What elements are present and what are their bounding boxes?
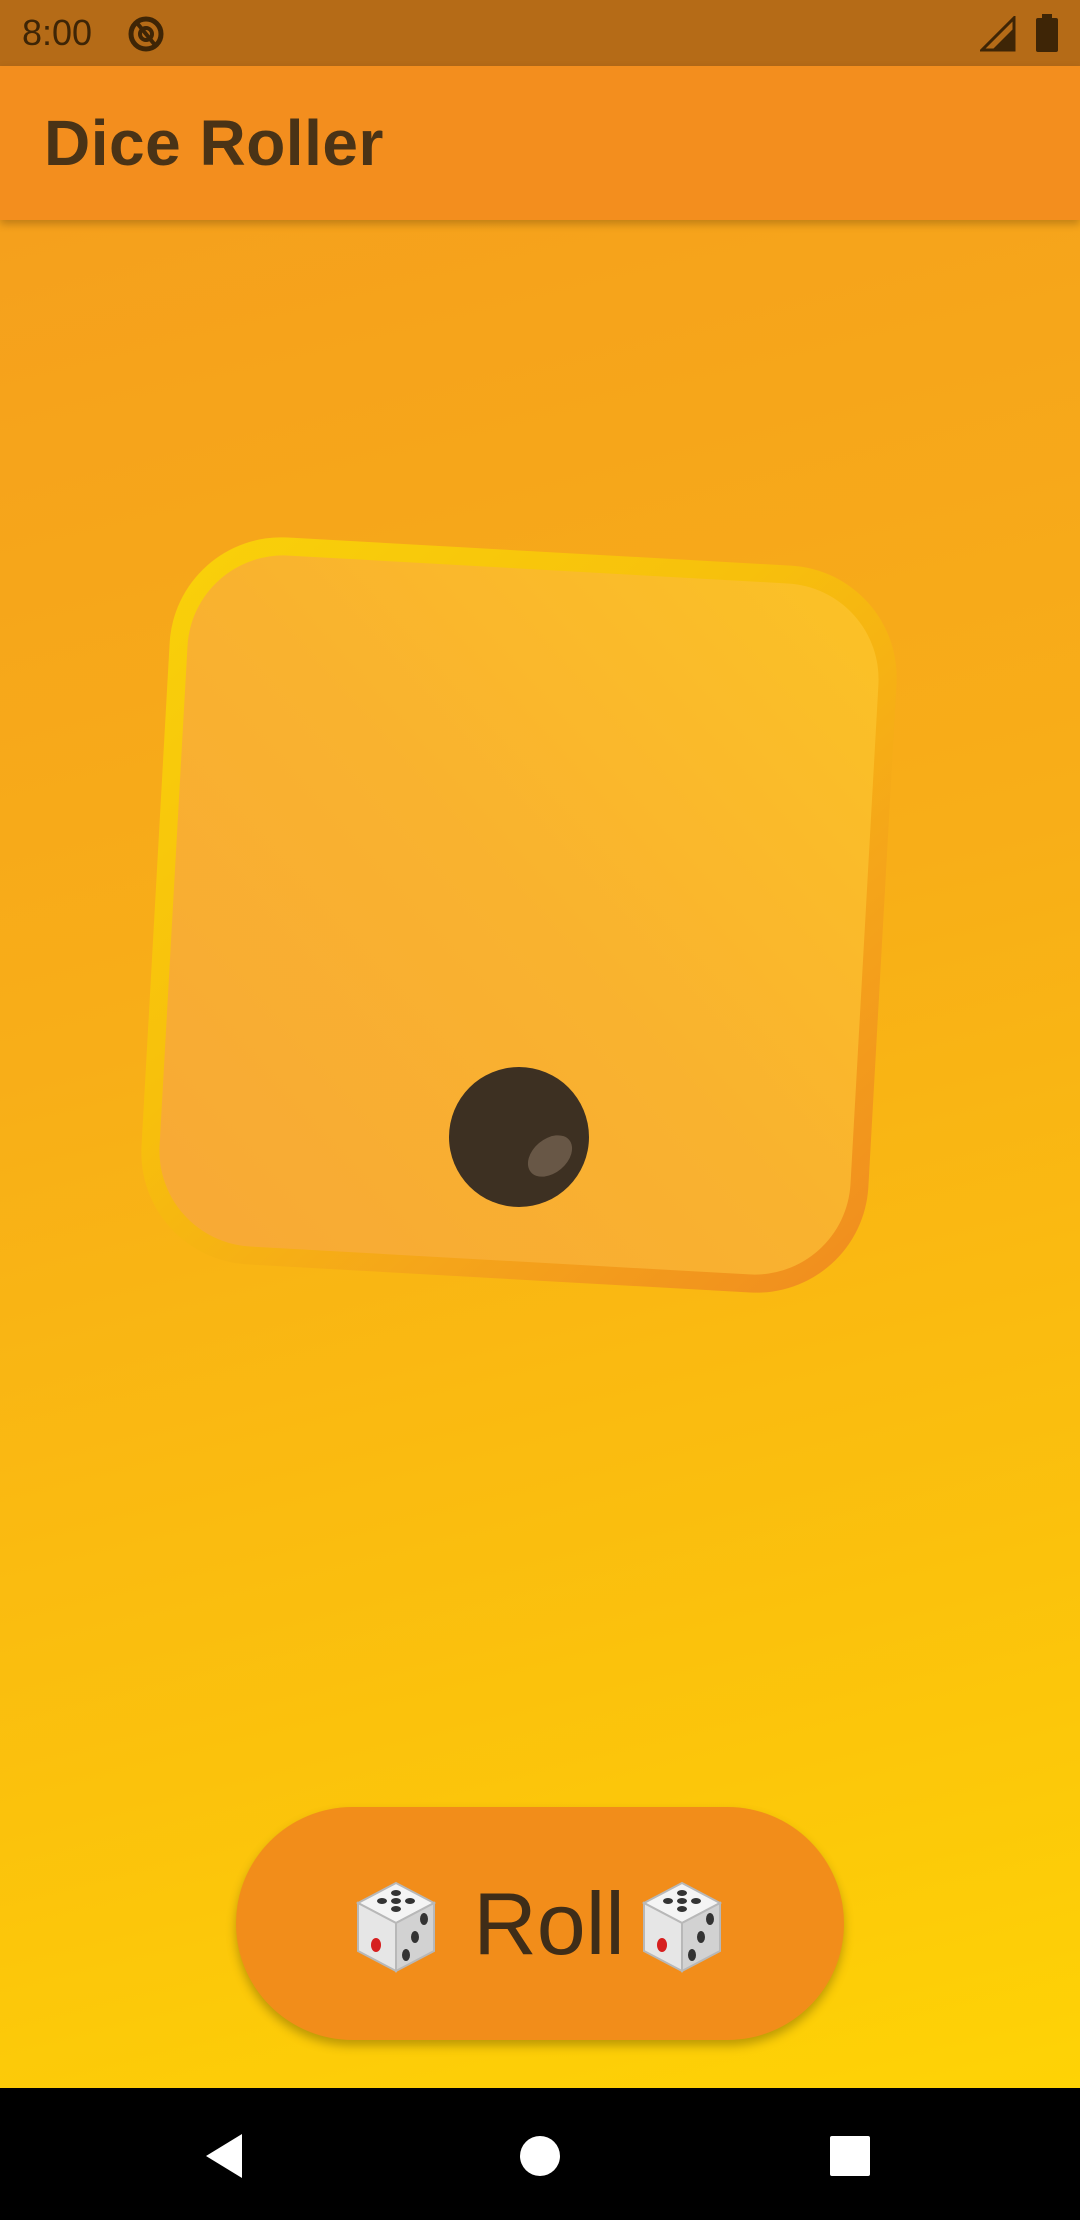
- roll-label: Roll: [473, 1874, 625, 1973]
- home-icon[interactable]: [519, 2135, 561, 2177]
- at-sign-icon: [126, 14, 166, 54]
- cell-signal-icon: [978, 14, 1016, 52]
- battery-icon: [1036, 14, 1058, 52]
- roll-button[interactable]: Roll: [236, 1807, 844, 2040]
- die-pip: [449, 1067, 589, 1207]
- status-time: 8:00: [22, 12, 93, 53]
- recents-icon[interactable]: [829, 2135, 871, 2177]
- back-icon[interactable]: [196, 2128, 256, 2184]
- dice-icon: [640, 1879, 724, 1975]
- main-content: Roll: [0, 220, 1080, 2088]
- status-bar: 8:00: [0, 0, 1080, 66]
- app-bar: Dice Roller: [0, 66, 1080, 220]
- dice-icon: [354, 1879, 438, 1975]
- app-title: Dice Roller: [44, 107, 384, 179]
- pip-highlight: [519, 1126, 581, 1186]
- navigation-bar: [0, 2088, 1080, 2220]
